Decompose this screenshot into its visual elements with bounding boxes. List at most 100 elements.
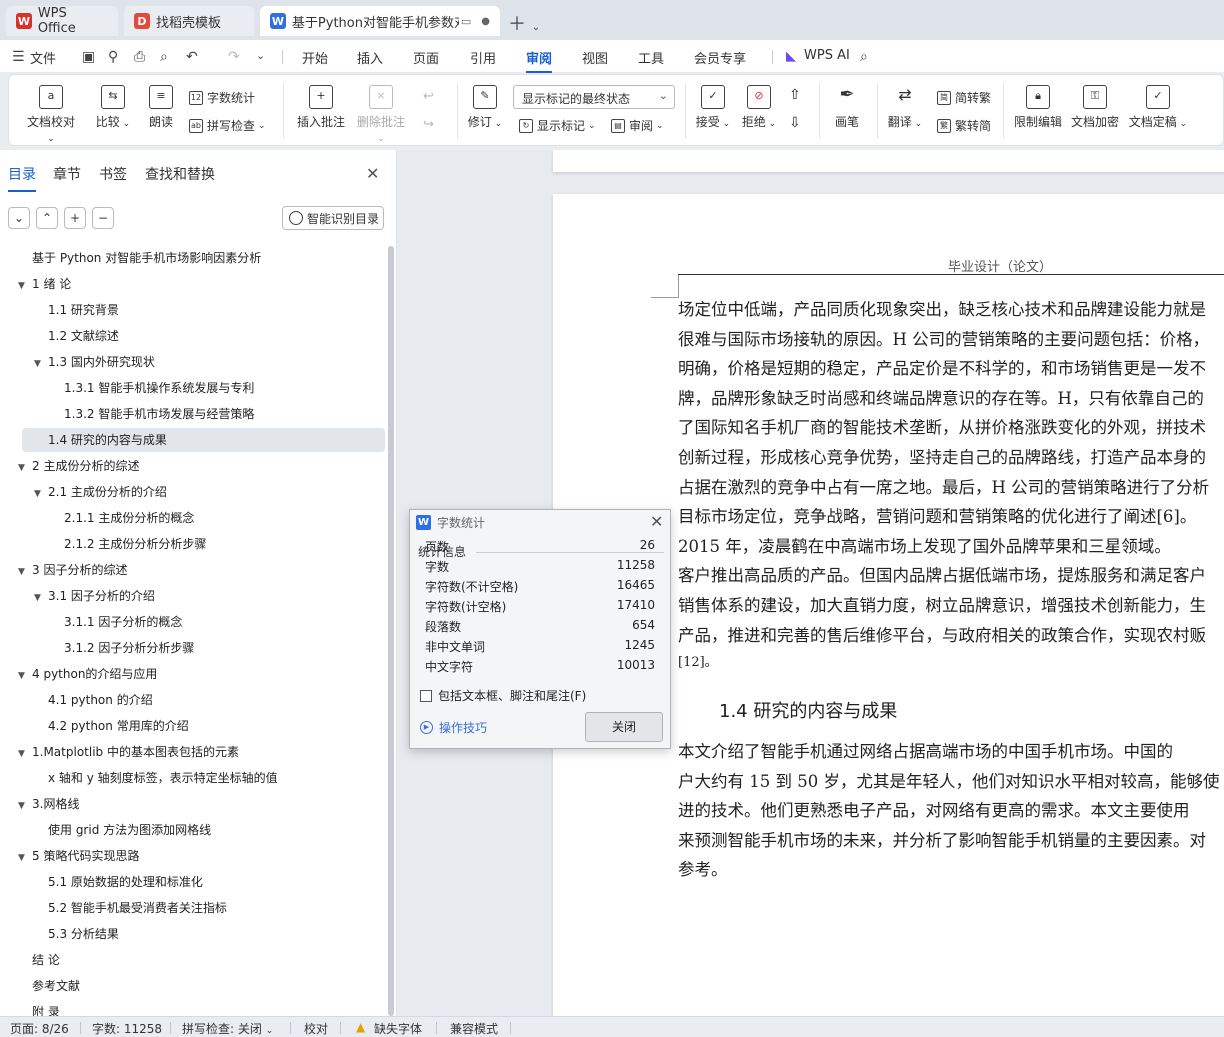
encrypt-button[interactable]: ⚿ 文档加密 (1069, 85, 1121, 130)
track-changes-button[interactable]: ✎ 修订 ⌄ (465, 85, 505, 130)
toc-scrollbar[interactable] (388, 246, 394, 1016)
toc-item[interactable]: ▼ 1.Matplotlib 中的基本图表包括的元素 (18, 740, 239, 764)
menu-review[interactable]: 审阅 (526, 48, 553, 73)
toc-item[interactable]: 3.1.1 因子分析的概念 (64, 610, 182, 634)
proof-indicator[interactable]: 校对 (304, 1020, 328, 1037)
compare-button[interactable]: ⇆ 比较 ⌄ (91, 85, 135, 130)
nav-tab-bookmarks[interactable]: 书签 (99, 164, 127, 184)
next-comment-icon[interactable]: ↪ (423, 117, 434, 132)
checkbox-box[interactable] (420, 689, 432, 702)
to-traditional-button[interactable]: 简 简转繁 (937, 89, 991, 106)
export-icon[interactable]: ⚲ (108, 49, 118, 65)
toc-item[interactable]: 2.1.2 主成份分析分析步骤 (64, 532, 206, 556)
toc-item[interactable]: ▼ 2.1 主成份分析的介绍 (34, 480, 167, 504)
prev-change-icon[interactable]: ⇧ (789, 87, 801, 103)
expand-arrow-icon[interactable]: ▼ (18, 846, 32, 870)
toc-item[interactable]: ▼ 3.1 因子分析的介绍 (34, 584, 155, 608)
toc-item[interactable]: 1.1 研究背景 (48, 298, 119, 322)
unsaved-dot-icon[interactable]: ● (481, 16, 490, 27)
expand-arrow-icon[interactable]: ▼ (34, 586, 48, 610)
print-preview-icon[interactable]: ⌕ (160, 49, 168, 65)
toc-item[interactable]: 5.2 智能手机最受消费者关注指标 (48, 896, 227, 920)
redo-icon[interactable]: ↷ (228, 49, 240, 65)
expand-arrow-icon[interactable]: ▼ (34, 482, 48, 506)
markup-state-select[interactable]: 显示标记的最终状态 ⌄ (513, 85, 675, 109)
toc-item[interactable]: 1.4 研究的内容与成果 (22, 428, 385, 452)
show-markup-button[interactable]: ↻ 显示标记 ⌄ (519, 117, 596, 134)
menu-reference[interactable]: 引用 (470, 48, 496, 67)
compat-mode-indicator[interactable]: 兼容模式 (450, 1020, 498, 1037)
page-indicator[interactable]: 页面: 8/26 (10, 1020, 69, 1037)
insert-comment-button[interactable]: + 插入批注 (295, 85, 347, 130)
remove-entry-button[interactable]: − (92, 207, 114, 229)
chevron-down-icon[interactable]: ⌄ (256, 49, 265, 62)
nav-tab-sections[interactable]: 章节 (53, 164, 81, 184)
toc-item[interactable]: 3.1.2 因子分析分析步骤 (64, 636, 194, 660)
tab-document[interactable]: W 基于Python对智能手机参数对 ▭ ● (260, 6, 500, 36)
collapse-all-button[interactable]: ⌄ (8, 207, 30, 229)
toc-item[interactable]: ▼ 1.3 国内外研究现状 (34, 350, 155, 374)
expand-arrow-icon[interactable]: ▼ (18, 664, 32, 688)
toc-item[interactable]: 1.3.2 智能手机市场发展与经营策略 (64, 402, 254, 426)
toc-item[interactable]: 1.2 文献综述 (48, 324, 119, 348)
accept-button[interactable]: ✓ 接受 ⌄ (693, 85, 733, 130)
nav-tab-toc[interactable]: 目录 (8, 164, 36, 192)
add-entry-button[interactable]: + (64, 207, 86, 229)
search-icon[interactable]: ⌕ (860, 49, 868, 65)
close-icon[interactable]: ✕ (366, 164, 379, 183)
toc-item[interactable]: 结 论 (32, 948, 60, 972)
delete-comment-button[interactable]: × 删除批注 ⌄ (353, 85, 409, 144)
pen-button[interactable]: ✒ 画笔 (827, 85, 867, 130)
toc-item[interactable]: ▼ 5 策略代码实现思路 (18, 844, 139, 868)
expand-arrow-icon[interactable]: ▼ (34, 352, 48, 376)
menu-home[interactable]: 开始 (302, 48, 328, 67)
nav-tab-find-replace[interactable]: 查找和替换 (145, 164, 215, 184)
toc-item[interactable]: 2.1.1 主成份分析的概念 (64, 506, 194, 530)
toc-item[interactable]: 使用 grid 方法为图添加网格线 (48, 818, 211, 842)
toc-item[interactable]: x 轴和 y 轴刻度标签，表示特定坐标轴的值 (48, 766, 278, 790)
expand-arrow-icon[interactable]: ▼ (18, 742, 32, 766)
restrict-edit-button[interactable]: 🔒︎ 限制编辑 (1011, 85, 1065, 130)
toc-item[interactable]: 5.1 原始数据的处理和标准化 (48, 870, 203, 894)
save-icon[interactable]: ▣ (82, 49, 95, 65)
menu-insert[interactable]: 插入 (357, 48, 383, 67)
spell-check-indicator[interactable]: 拼写检查: 关闭 ⌄ (182, 1020, 273, 1037)
toc-item[interactable]: 4.1 python 的介绍 (48, 688, 153, 712)
menu-tools[interactable]: 工具 (638, 48, 664, 67)
next-change-icon[interactable]: ⇩ (789, 115, 801, 131)
close-icon[interactable]: ✕ (650, 512, 663, 531)
toc-item[interactable]: 5.3 分析结果 (48, 922, 119, 946)
undo-icon[interactable]: ↶ (186, 49, 198, 65)
prev-comment-icon[interactable]: ↩ (423, 89, 434, 104)
reject-button[interactable]: ⊘ 拒绝 ⌄ (739, 85, 779, 130)
menu-page[interactable]: 页面 (413, 48, 439, 67)
monitor-icon[interactable]: ▭ (461, 15, 471, 28)
toc-item[interactable]: 4.2 python 常用库的介绍 (48, 714, 189, 738)
scrollbar-thumb[interactable] (388, 246, 394, 1016)
word-count-button[interactable]: 12 字数统计 (189, 89, 255, 106)
move-up-button[interactable]: ⌃ (36, 207, 58, 229)
doc-check-button[interactable]: a 文档校对 ⌄ (23, 85, 79, 144)
read-aloud-button[interactable]: ≡ 朗读 (143, 85, 179, 130)
expand-arrow-icon[interactable]: ▼ (18, 794, 32, 818)
toc-item[interactable]: ▼ 3.网格线 (18, 792, 79, 816)
finalize-button[interactable]: ✓ 文档定稿 ⌄ (1127, 85, 1189, 130)
new-tab-icon[interactable]: ＋ ⌄ (508, 10, 540, 36)
menu-file[interactable]: 文件 (30, 48, 56, 67)
toc-item[interactable]: 1.3.1 智能手机操作系统发展与专利 (64, 376, 254, 400)
hamburger-icon[interactable]: ☰ (12, 49, 25, 65)
include-textbox-checkbox[interactable]: 包括文本框、脚注和尾注(F) (420, 687, 586, 704)
tab-template[interactable]: D 找稻壳模板 (124, 6, 254, 36)
menu-view[interactable]: 视图 (582, 48, 608, 67)
toc-item[interactable]: ▼ 3 因子分析的综述 (18, 558, 127, 582)
toc-item[interactable]: ▼ 2 主成份分析的综述 (18, 454, 139, 478)
to-simplified-button[interactable]: 繁 繁转简 (937, 117, 991, 134)
menu-wps-ai[interactable]: WPS AI (804, 48, 850, 63)
menu-member[interactable]: 会员专享 (694, 48, 746, 67)
toc-item[interactable]: 基于 Python 对智能手机市场影响因素分析 (32, 246, 261, 270)
toc-item[interactable]: ▼ 1 绪 论 (18, 272, 71, 296)
tips-link[interactable]: ▶ 操作技巧 (420, 719, 487, 736)
expand-arrow-icon[interactable]: ▼ (18, 560, 32, 584)
expand-arrow-icon[interactable]: ▼ (18, 274, 32, 298)
smart-toc-button[interactable]: 智能识别目录 (282, 206, 384, 230)
